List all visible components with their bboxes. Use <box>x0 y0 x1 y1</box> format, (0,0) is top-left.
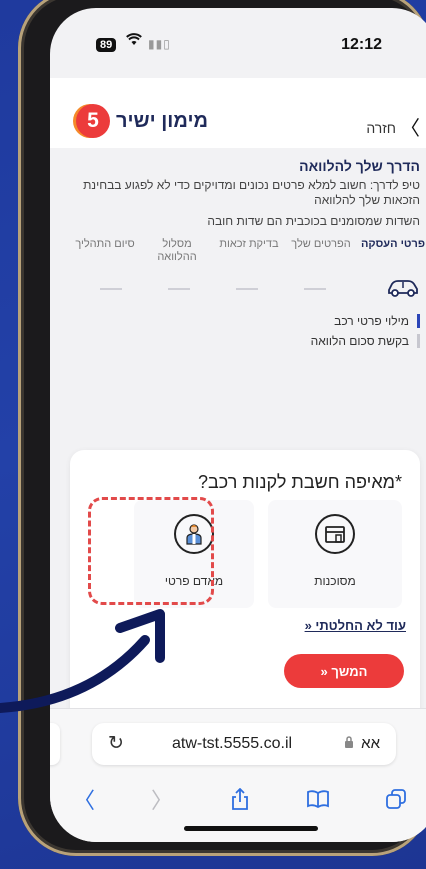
step-your-details[interactable]: הפרטים שלך <box>286 238 356 251</box>
tabs-icon[interactable] <box>378 781 414 817</box>
storefront-icon <box>315 514 355 554</box>
option-dealership-label: מסוכנות <box>314 574 356 588</box>
back-link[interactable]: 〉חזרה <box>366 112 420 141</box>
site-logo[interactable]: 5 מימון ישיר <box>76 104 208 138</box>
bookmarks-icon[interactable] <box>300 781 336 817</box>
lock-icon <box>344 736 354 751</box>
sub-steps: מילוי פרטי רכב בקשת סכום הלוואה <box>311 314 420 354</box>
undecided-link[interactable]: עוד לא החלטתי « <box>305 618 406 633</box>
back-nav-icon[interactable]: 〈 <box>66 781 102 817</box>
battery-indicator: 89 <box>96 38 117 52</box>
car-icon <box>388 280 418 297</box>
option-dealership[interactable]: מסוכנות <box>268 500 402 608</box>
step-deal-details[interactable]: פרטי העסקה <box>358 238 426 251</box>
url-text[interactable]: atw-tst.5555.co.il <box>172 735 292 753</box>
intro-section: הדרך שלך להלוואה טיפ לדרך: חשוב למלא פרט… <box>80 158 420 228</box>
progress-bar <box>50 276 426 302</box>
back-label: חזרה <box>366 120 396 136</box>
forward-nav-icon[interactable]: 〉 <box>144 781 180 817</box>
chevron-right-icon: 〉 <box>400 118 420 140</box>
pointer-arrow-icon <box>0 609 165 713</box>
wifi-icon <box>126 33 142 51</box>
site-header: 5 מימון ישיר 〉חזרה <box>50 78 426 148</box>
intro-tip: טיפ לדרך: חשוב למלא פרטים נכונים ומדויקי… <box>83 178 420 207</box>
signal-icon: ▮▮▯ <box>148 37 171 51</box>
continue-button[interactable]: המשך « <box>284 654 404 688</box>
progress-segment <box>236 288 258 290</box>
highlight-dashed-box <box>88 497 214 605</box>
required-note: השדות שמסומנים בכוכבית הם שדות חובה <box>207 214 420 228</box>
browser-nav-bar: 〈 〉 <box>50 781 426 821</box>
step-eligibility[interactable]: בדיקת זכאות <box>214 238 284 251</box>
step-loan-track[interactable]: מסלול ההלוואה <box>142 238 212 264</box>
progress-segment <box>304 288 326 290</box>
sublink-loan-amount[interactable]: בקשת סכום הלוואה <box>311 334 420 348</box>
progress-steps: פרטי העסקה הפרטים שלך בדיקת זכאות מסלול … <box>50 238 426 278</box>
purchase-source-question: *מאיפה חשבת לקנות רכב? <box>198 472 402 492</box>
share-icon[interactable] <box>222 781 258 817</box>
status-time: 12:12 <box>341 36 382 53</box>
home-indicator <box>184 826 318 831</box>
status-bar: 89 ▮▮▯ 12:12 <box>50 8 426 78</box>
sublink-car-details[interactable]: מילוי פרטי רכב <box>311 314 420 328</box>
reload-icon[interactable]: ↻ <box>108 732 124 755</box>
logo-text: מימון ישיר <box>116 109 209 132</box>
step-finish[interactable]: סיום התהליך <box>70 238 140 251</box>
logo-badge: 5 <box>76 104 110 138</box>
intro-title: הדרך שלך להלוואה <box>299 158 420 174</box>
progress-segment <box>168 288 190 290</box>
reader-options-button[interactable]: אא <box>361 735 380 752</box>
progress-segment <box>100 288 122 290</box>
